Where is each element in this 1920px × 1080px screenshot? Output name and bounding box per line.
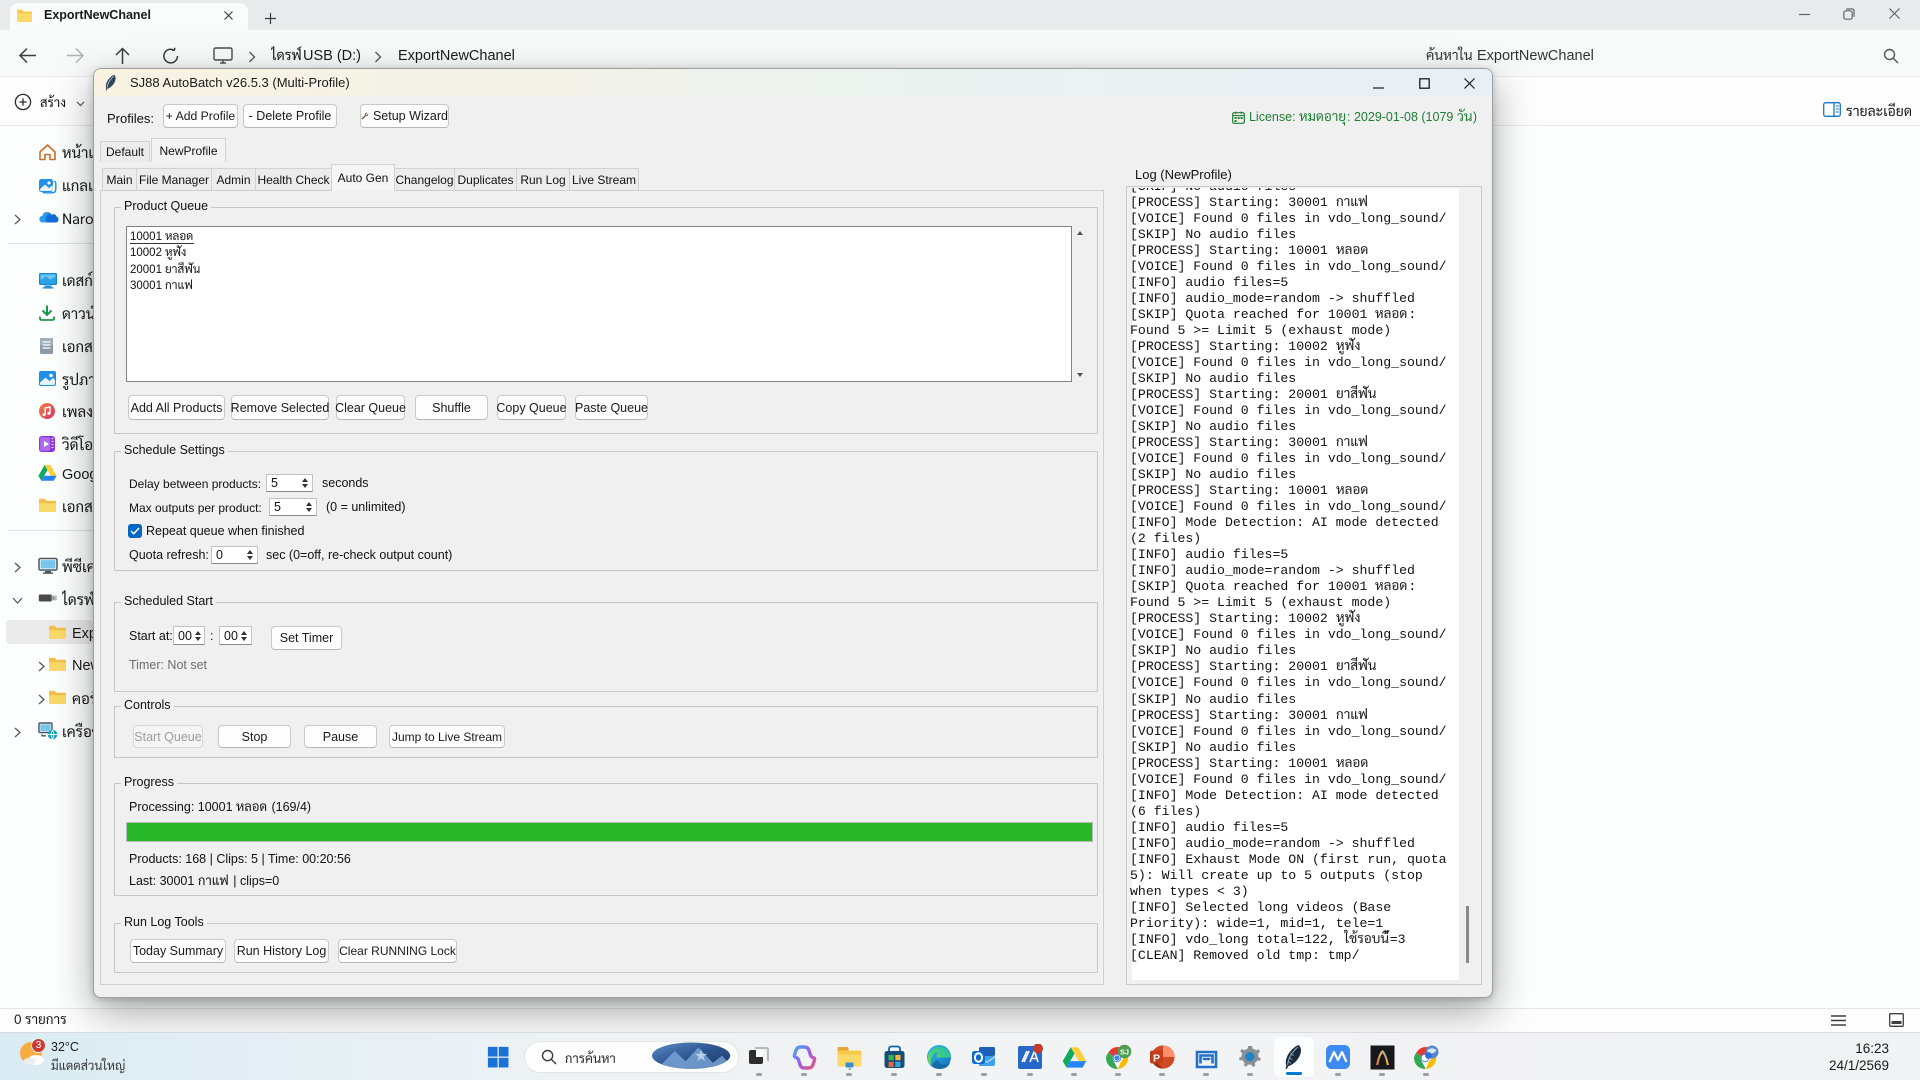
svg-text:SJ: SJ [1119,1047,1128,1056]
svg-text:P: P [1153,1052,1160,1064]
